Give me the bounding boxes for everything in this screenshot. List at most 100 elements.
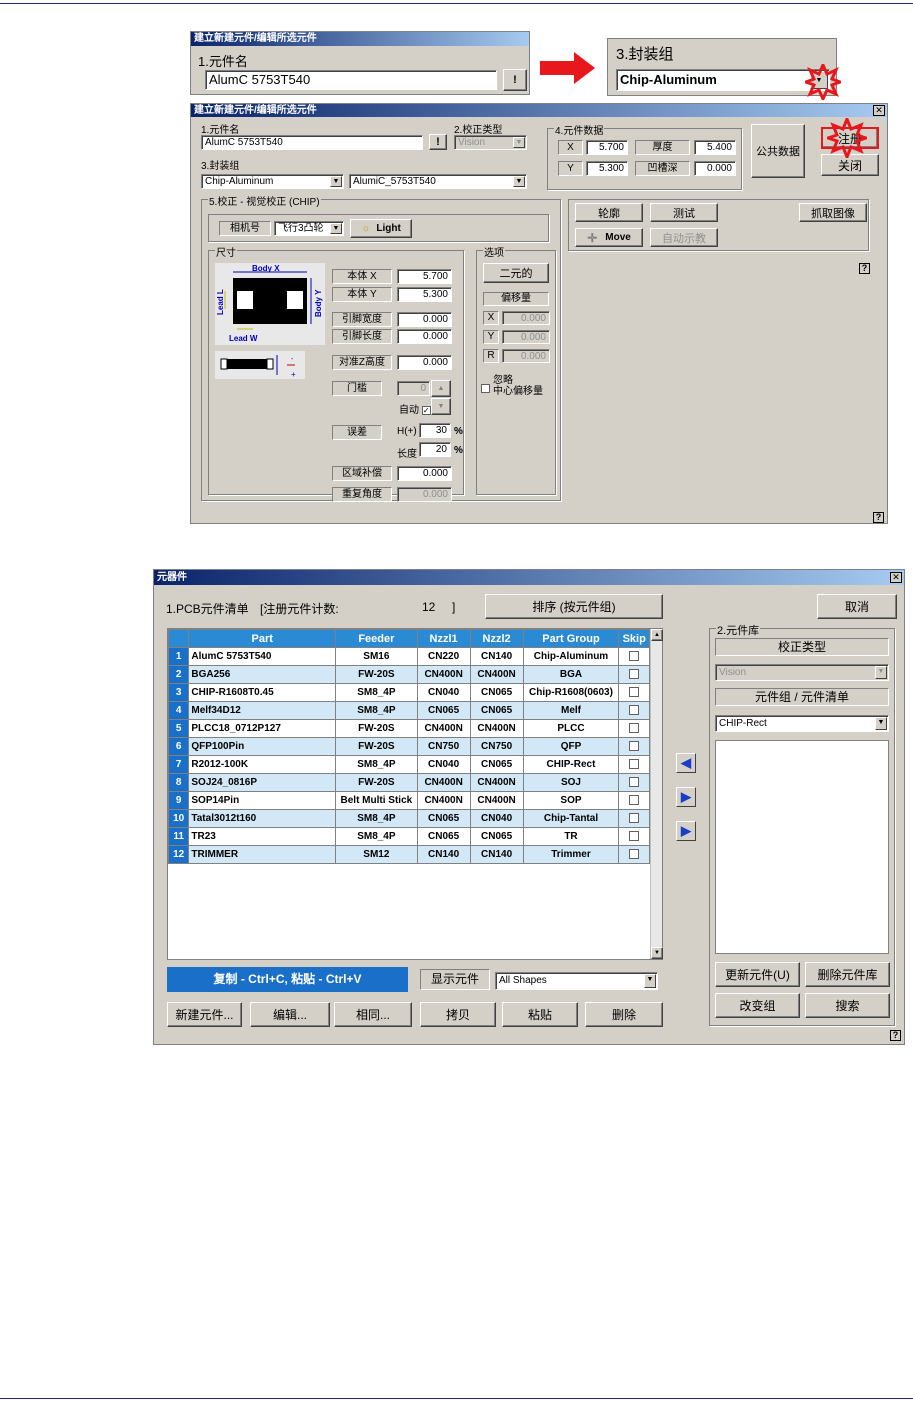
area-comp-field[interactable]: 0.000 xyxy=(397,466,452,481)
cancel-button[interactable]: 取消 xyxy=(817,594,897,619)
update-part-button[interactable]: 更新元件(U) xyxy=(715,962,800,987)
lead-length-field[interactable]: 0.000 xyxy=(397,329,452,344)
light-button[interactable]: ☼ Light xyxy=(350,219,412,238)
binary-button[interactable]: 二元的 xyxy=(483,263,549,283)
column-header[interactable]: Part xyxy=(188,629,337,648)
column-header[interactable]: Feeder xyxy=(335,629,418,648)
threshold-up-icon[interactable]: ▲ xyxy=(431,380,451,397)
change-group-button[interactable]: 改变组 xyxy=(715,993,800,1018)
skip-checkbox[interactable] xyxy=(629,705,640,716)
chevron-down-icon[interactable]: ▼ xyxy=(644,974,656,988)
body-x-field[interactable]: 5.700 xyxy=(397,269,452,284)
close-icon[interactable]: ✕ xyxy=(873,105,885,116)
package-part-select[interactable]: AlumiC_5753T540 ▼ xyxy=(349,174,527,189)
table-row[interactable]: 3 CHIP-R1608T0.45 SM8_4P CN040 CN065 Chip-R16… xyxy=(167,683,650,702)
close-icon[interactable]: ✕ xyxy=(890,572,902,583)
copy-button[interactable]: 拷贝 xyxy=(420,1002,496,1027)
help-icon[interactable]: ? xyxy=(859,263,870,274)
count-end: ] xyxy=(452,600,456,614)
threshold-field[interactable]: 0 xyxy=(397,381,430,396)
outline-button[interactable]: 轮廓 xyxy=(575,203,643,222)
chevron-down-icon[interactable]: ▼ xyxy=(513,176,525,187)
table-row[interactable]: 10 Tatal3012t160 SM8_4P CN065 CN040 Chip-Tant… xyxy=(167,809,650,828)
sort-button[interactable]: 排序 (按元件组) xyxy=(485,594,663,619)
skip-checkbox[interactable] xyxy=(629,723,640,734)
align-z-field[interactable]: 0.000 xyxy=(397,355,452,370)
camera-select[interactable]: 飞行3凸轮 ▼ xyxy=(274,221,344,236)
tolerance-width-field[interactable]: 30 xyxy=(419,423,451,438)
search-button[interactable]: 搜索 xyxy=(805,993,890,1018)
table-row[interactable]: 1 AlumC 5753T540 SM16 CN220 CN140 Chip-Alumin… xyxy=(167,647,650,666)
table-row[interactable]: 11 TR23 SM8_4P CN065 CN065 TR xyxy=(167,827,650,846)
table-row[interactable]: 7 R2012-100K SM8_4P CN040 CN065 CHIP-Rect xyxy=(167,755,650,774)
skip-checkbox[interactable] xyxy=(629,687,640,698)
offset-y-field[interactable]: 0.000 xyxy=(502,330,550,344)
ignore-center-checkbox[interactable] xyxy=(481,384,490,393)
column-header[interactable]: Nzzl2 xyxy=(469,629,524,648)
snippet-name-field[interactable]: AlumC 5753T540 xyxy=(205,70,497,90)
body-y-field[interactable]: 5.300 xyxy=(397,287,452,302)
groove-field[interactable]: 0.000 xyxy=(694,161,736,176)
chevron-down-icon[interactable]: ▼ xyxy=(875,717,887,730)
scroll-up-icon[interactable]: ▲ xyxy=(651,629,663,641)
table-row[interactable]: 9 SOP14Pin Belt Multi Stick CN400N CN400N SOP xyxy=(167,791,650,810)
column-header[interactable]: Skip xyxy=(618,629,650,648)
offset-x-field[interactable]: 0.000 xyxy=(502,311,550,325)
edit-button[interactable]: 编辑... xyxy=(250,1002,330,1027)
same-button[interactable]: 相同... xyxy=(334,1002,412,1027)
library-list[interactable] xyxy=(715,740,889,954)
paste-button[interactable]: 粘贴 xyxy=(502,1002,578,1027)
skip-checkbox[interactable] xyxy=(629,669,640,680)
y-field[interactable]: 5.300 xyxy=(586,161,628,176)
table-row[interactable]: 4 Melf34D12 SM8_4P CN065 CN065 Melf xyxy=(167,701,650,720)
skip-checkbox[interactable] xyxy=(629,759,640,770)
auto-teach-button[interactable]: 自动示教 xyxy=(650,228,718,247)
help-icon[interactable]: ? xyxy=(873,512,884,523)
table-row[interactable]: 8 SOJ24_0816P FW-20S CN400N CN400N SOJ xyxy=(167,773,650,792)
scroll-down-icon[interactable]: ▼ xyxy=(651,947,663,959)
offset-r-field[interactable]: 0.000 xyxy=(502,349,550,363)
x-field[interactable]: 5.700 xyxy=(586,140,628,155)
delete-library-button[interactable]: 删除元件库 xyxy=(805,962,890,987)
show-parts-select[interactable]: All Shapes ▼ xyxy=(495,972,658,990)
move-button[interactable]: ✛ Move xyxy=(575,228,643,247)
library-group-select[interactable]: CHIP-Rect ▼ xyxy=(715,715,889,732)
snippet-name-button[interactable]: ! xyxy=(503,69,527,91)
table-row[interactable]: 12 TRIMMER SM12 CN140 CN140 Trimmer xyxy=(167,845,650,864)
table-row[interactable]: 6 QFP100Pin FW-20S CN750 CN750 QFP xyxy=(167,737,650,756)
table-scrollbar[interactable]: ▲ ▼ xyxy=(650,629,663,959)
lead-width-field[interactable]: 0.000 xyxy=(397,312,452,327)
skip-checkbox[interactable] xyxy=(629,813,640,824)
package-group-select[interactable]: Chip-Aluminum ▼ xyxy=(201,174,344,189)
grab-image-button[interactable]: 抓取图像 xyxy=(799,203,867,222)
test-button[interactable]: 测试 xyxy=(650,203,718,222)
column-header[interactable]: Part Group xyxy=(522,629,620,648)
common-data-button[interactable]: 公共数据 xyxy=(751,124,805,178)
skip-checkbox[interactable] xyxy=(629,795,640,806)
arrow-right-all-icon[interactable]: ▶ xyxy=(676,821,696,841)
help-icon[interactable]: ? xyxy=(890,1030,901,1041)
table-row[interactable]: 5 PLCC18_0712P127 FW-20S CN400N CN400N PLCC xyxy=(167,719,650,738)
auto-checkbox[interactable]: ✓ xyxy=(421,405,431,415)
new-part-button[interactable]: 新建元件... xyxy=(167,1002,242,1027)
snippet-package-select[interactable]: Chip-Aluminum ▼ xyxy=(616,69,830,91)
thickness-field[interactable]: 5.400 xyxy=(694,140,736,155)
repeat-angle-field[interactable]: 0.000 xyxy=(397,487,452,502)
row-number: 10 xyxy=(167,809,190,828)
arrow-left-icon[interactable]: ◀ xyxy=(676,753,696,773)
column-header[interactable]: Nzzl1 xyxy=(416,629,471,648)
chevron-down-icon[interactable]: ▼ xyxy=(330,223,342,234)
skip-checkbox[interactable] xyxy=(629,651,640,662)
skip-checkbox[interactable] xyxy=(629,777,640,788)
tolerance-length-field[interactable]: 20 xyxy=(419,442,451,457)
skip-checkbox[interactable] xyxy=(629,849,640,860)
delete-button[interactable]: 删除 xyxy=(585,1002,663,1027)
table-row[interactable]: 2 BGA256 FW-20S CN400N CN400N BGA xyxy=(167,665,650,684)
threshold-down-icon[interactable]: ▼ xyxy=(431,398,451,415)
part-name-field[interactable]: AlumC 5753T540 xyxy=(201,135,423,150)
skip-checkbox[interactable] xyxy=(629,831,640,842)
part-name-check-button[interactable]: ! xyxy=(429,134,447,150)
arrow-right-icon[interactable]: ▶ xyxy=(676,787,696,807)
skip-checkbox[interactable] xyxy=(629,741,640,752)
chevron-down-icon[interactable]: ▼ xyxy=(330,176,342,187)
